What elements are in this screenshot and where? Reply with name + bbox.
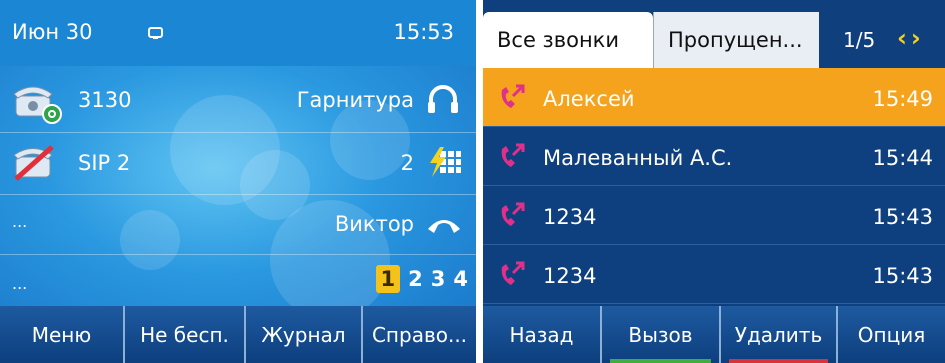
page-indicator: 1/5 <box>843 28 876 52</box>
call-time: 15:43 <box>872 205 933 229</box>
line-key-1[interactable]: 3130 <box>0 68 200 130</box>
message-icon <box>148 27 163 39</box>
dss-key-headset[interactable]: Гарнитура <box>256 68 476 130</box>
page-2[interactable]: 2 <box>408 267 423 291</box>
page-4[interactable]: 4 <box>453 267 468 291</box>
line-key-3[interactable]: ... <box>12 214 27 230</box>
headset-icon <box>428 85 458 113</box>
line-key-4[interactable]: ... <box>12 276 27 292</box>
tab-all-calls[interactable]: Все звонки <box>483 12 653 68</box>
right-softkey-bar: Назад Вызов Удалить Опция <box>483 306 945 363</box>
directory-softkey[interactable]: Справо... <box>361 306 476 363</box>
call-label: Вызов <box>628 322 693 347</box>
status-time: 15:53 <box>393 20 454 44</box>
left-softkey-bar: Меню Не бесп. Журнал Справо... <box>0 306 476 363</box>
call-history-screen: Все звонки Пропущен... 1/5 ‹› Алексей 15… <box>483 0 945 363</box>
call-name: 1234 <box>543 205 597 229</box>
back-label: Назад <box>509 322 574 347</box>
menu-softkey[interactable]: Меню <box>0 306 123 363</box>
delete-label: Удалить <box>734 322 823 347</box>
handset-icon <box>428 220 460 233</box>
contact-label: Виктор <box>334 212 414 236</box>
call-row[interactable]: 1234 15:43 <box>483 186 945 245</box>
call-softkey[interactable]: Вызов <box>600 306 719 363</box>
call-list: Алексей 15:49 Малеванный А.С. 15:44 1234… <box>483 68 945 306</box>
dss-key-contact[interactable]: Виктор <box>256 195 476 253</box>
call-time: 15:49 <box>872 87 933 111</box>
outgoing-call-icon <box>501 202 525 226</box>
page-selector[interactable]: 1 2 3 4 <box>375 262 468 296</box>
headset-label: Гарнитура <box>296 88 414 112</box>
speed-dial-icon <box>430 147 461 177</box>
line-key-2[interactable]: SIP 2 <box>0 133 200 193</box>
call-name: Алексей <box>543 87 635 111</box>
speed-dial-label: 2 <box>400 151 414 175</box>
outgoing-call-icon <box>501 143 525 167</box>
phone-registered-icon <box>13 86 62 124</box>
idle-screen: Июн 30 15:53 3130 SIP 2 ... ... Гарнитур… <box>0 0 476 363</box>
call-name: Малеванный А.С. <box>543 146 733 170</box>
call-time: 15:43 <box>872 264 933 288</box>
history-softkey[interactable]: Журнал <box>244 306 361 363</box>
page-current[interactable]: 1 <box>375 265 401 293</box>
option-softkey[interactable]: Опция <box>836 306 945 363</box>
delete-softkey[interactable]: Удалить <box>719 306 836 363</box>
call-name: 1234 <box>543 264 597 288</box>
dnd-softkey[interactable]: Не бесп. <box>123 306 244 363</box>
dss-key-speed-dial[interactable]: 2 <box>256 133 476 193</box>
page-3[interactable]: 3 <box>431 267 446 291</box>
outgoing-call-icon <box>501 261 525 285</box>
back-softkey[interactable]: Назад <box>483 306 600 363</box>
option-label: Опция <box>857 322 926 347</box>
call-time: 15:44 <box>872 146 933 170</box>
line-1-label: 3130 <box>78 88 132 112</box>
phone-unregistered-icon <box>13 145 54 181</box>
call-row[interactable]: Малеванный А.С. 15:44 <box>483 127 945 186</box>
status-date: Июн 30 <box>12 20 93 44</box>
call-row[interactable]: Алексей 15:49 <box>483 68 945 127</box>
nav-arrows-icon[interactable]: ‹› <box>897 24 925 52</box>
outgoing-call-icon <box>501 84 525 108</box>
line-2-label: SIP 2 <box>78 151 131 175</box>
call-row[interactable]: 1234 15:43 <box>483 245 945 304</box>
tab-missed-calls[interactable]: Пропущен... <box>653 12 819 68</box>
